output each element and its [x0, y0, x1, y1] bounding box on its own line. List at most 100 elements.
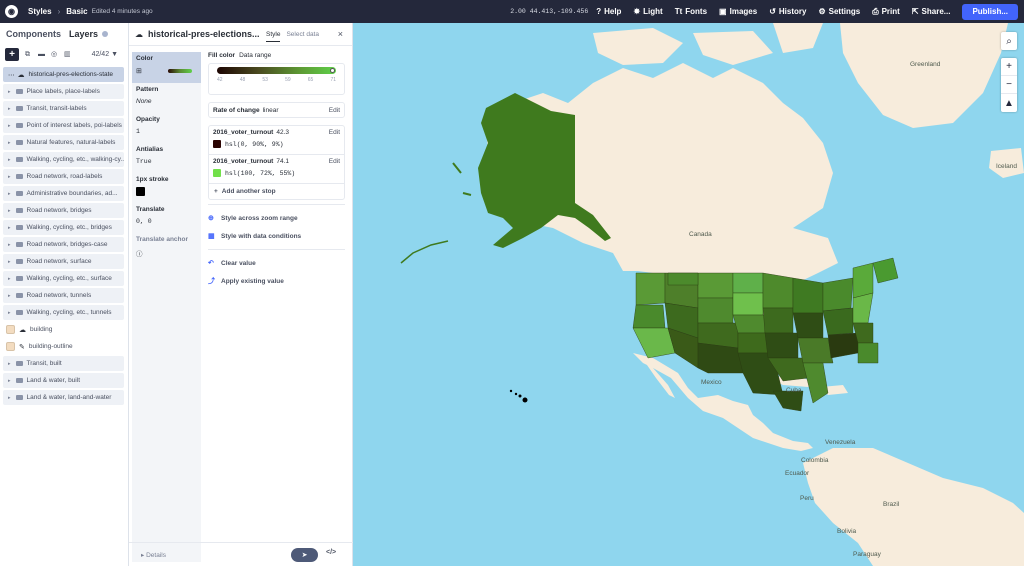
map-canvas[interactable]: Greenland Iceland Canada Mexico Cuba Ven… — [353, 23, 1024, 566]
add-layer-button[interactable]: + — [5, 47, 19, 61]
caret-right-icon[interactable]: ▸ — [8, 395, 11, 401]
styles-link[interactable]: Styles — [28, 7, 52, 16]
zoom-out-icon[interactable]: − — [1001, 76, 1017, 94]
stop-color-swatch[interactable] — [213, 140, 221, 148]
caret-right-icon[interactable]: ▸ — [8, 310, 11, 316]
tab-components[interactable]: Components — [6, 29, 61, 39]
caret-right-icon[interactable]: ▸ — [8, 174, 11, 180]
clear-value-button[interactable]: ↶ Clear value — [208, 254, 345, 272]
tab-layers[interactable]: Layers — [69, 29, 98, 39]
print-button[interactable]: ⎙ Print — [872, 7, 900, 17]
ramp-knob[interactable] — [330, 68, 335, 73]
caret-right-icon[interactable]: ▸ — [8, 89, 11, 95]
duplicate-icon[interactable]: ⧉ — [25, 51, 32, 58]
layer-item[interactable]: ☁ building — [3, 322, 124, 337]
help-button[interactable]: ? Help — [596, 7, 621, 16]
layer-item[interactable]: ▸ Transit, built — [3, 356, 124, 371]
prop-opacity[interactable]: Opacity 1 — [132, 113, 201, 143]
drag-handle-icon[interactable]: ⋯ — [8, 71, 15, 79]
layer-item[interactable]: ▸ Transit, transit-labels — [3, 101, 124, 116]
stroke-color-swatch — [136, 187, 145, 196]
caret-right-icon[interactable]: ▸ — [8, 191, 11, 197]
search-icon[interactable]: ⌕ — [1001, 32, 1017, 50]
layer-item[interactable]: ▸ Land & water, land-and-water — [3, 390, 124, 405]
layer-item[interactable]: ▸ Road network, surface — [3, 254, 124, 269]
prop-pattern[interactable]: Pattern None — [132, 83, 201, 113]
share-button[interactable]: ⇱ Share... — [912, 7, 951, 16]
caret-right-icon[interactable]: ▸ — [8, 157, 11, 163]
layer-item[interactable]: ▸ Road network, bridges-case — [3, 237, 124, 252]
layer-item[interactable]: ▸ Walking, cycling, etc., walking-cy... — [3, 152, 124, 167]
caret-right-icon[interactable]: ▸ — [8, 276, 11, 282]
caret-right-icon[interactable]: ▸ — [8, 225, 11, 231]
visibility-icon[interactable]: ◎ — [51, 51, 58, 58]
layer-item[interactable]: ▸ Point of interest labels, poi-labels — [3, 118, 124, 133]
style-data-conditions-button[interactable]: ▦ Style with data conditions — [208, 227, 345, 245]
caret-right-icon[interactable]: ▸ — [8, 259, 11, 265]
layer-item[interactable]: ▸ Natural features, natural-labels — [3, 135, 124, 150]
style-zoom-range-button[interactable]: ⊕ Style across zoom range — [208, 209, 345, 227]
stop-row[interactable]: 2016_voter_turnout 42.3 Edit hsl(0, 90%, 9… — [209, 126, 344, 155]
light-button[interactable]: ✸ Light — [633, 7, 662, 16]
layer-label: building-outline — [28, 343, 73, 350]
layer-item[interactable]: ▸ Road network, tunnels — [3, 288, 124, 303]
layer-item[interactable]: ⋯ ☁ historical-pres-elections-state — [3, 67, 124, 82]
settings-button[interactable]: ⚙ Settings — [818, 7, 860, 16]
layer-item[interactable]: ▸ Road network, bridges — [3, 203, 124, 218]
layer-item[interactable]: ▸ Administrative boundaries, ad... — [3, 186, 124, 201]
mapbox-logo-icon[interactable]: ◉ — [5, 5, 18, 18]
folder-icon — [15, 310, 23, 315]
caret-right-icon[interactable]: ▸ — [8, 361, 11, 367]
caret-right-icon[interactable]: ▸ — [8, 106, 11, 112]
caret-right-icon[interactable]: ▸ — [8, 140, 11, 146]
folder-icon — [15, 123, 23, 128]
cursor-button[interactable]: ➤ — [291, 548, 318, 562]
compass-icon[interactable]: ▲ — [1001, 94, 1017, 112]
color-ramp-box[interactable]: 42 48 53 59 65 71 — [208, 63, 345, 95]
layer-item[interactable]: ▸ Walking, cycling, etc., surface — [3, 271, 124, 286]
style-name[interactable]: Basic — [66, 7, 87, 16]
stop-color-swatch[interactable] — [213, 169, 221, 177]
prop-translate-anchor[interactable]: Translate anchor ⓘ — [132, 233, 201, 263]
tab-select-data[interactable]: Select data — [286, 31, 319, 38]
publish-button[interactable]: Publish... — [962, 3, 1018, 20]
rate-of-change[interactable]: Rate of change linear Edit — [208, 102, 345, 118]
layer-item[interactable]: ▸ Land & water, built — [3, 373, 124, 388]
folder-icon[interactable]: ▬ — [38, 51, 45, 58]
code-view-button[interactable]: </> — [326, 549, 336, 556]
caret-right-icon[interactable]: ▸ — [8, 208, 11, 214]
caret-right-icon[interactable]: ▸ — [8, 123, 11, 129]
history-button[interactable]: ↺ History — [769, 7, 806, 16]
rate-edit-link[interactable]: Edit — [329, 107, 340, 114]
caret-right-icon[interactable]: ▸ — [8, 242, 11, 248]
layer-item[interactable]: ▸ Walking, cycling, etc., bridges — [3, 220, 124, 235]
history-icon: ↺ — [769, 7, 776, 16]
layer-item[interactable]: ▸ Place labels, place-labels — [3, 84, 124, 99]
prop-color[interactable]: Color ⊞ — [132, 52, 201, 83]
layer-title[interactable]: historical-pres-elections... — [148, 29, 260, 39]
tab-style[interactable]: Style — [266, 31, 281, 42]
layer-item[interactable]: ▸ Walking, cycling, etc., tunnels — [3, 305, 124, 320]
add-stop-button[interactable]: + Add another stop — [209, 184, 344, 199]
stop-row[interactable]: 2016_voter_turnout 74.1 Edit hsl(100, 72%,… — [209, 155, 344, 184]
layer-item[interactable]: ✎ building-outline — [3, 339, 124, 354]
stop-field: 2016_voter_turnout — [213, 129, 274, 136]
caret-right-icon[interactable]: ▸ — [8, 293, 11, 299]
stop-edit-link[interactable]: Edit — [329, 158, 340, 165]
zoom-in-icon[interactable]: + — [1001, 58, 1017, 76]
zoom-coordinates: 2.00 44.413,-109.456 — [510, 8, 589, 15]
apply-existing-value-button[interactable]: ⤴ Apply existing value — [208, 272, 345, 290]
details-toggle[interactable]: ▸ Details — [141, 551, 166, 559]
images-button[interactable]: ▣ Images — [719, 7, 757, 16]
prop-stroke[interactable]: 1px stroke — [132, 173, 201, 203]
filter-icon[interactable]: ▼ — [111, 51, 118, 58]
stop-edit-link[interactable]: Edit — [329, 129, 340, 136]
prop-translate[interactable]: Translate 0, 0 — [132, 203, 201, 233]
close-icon[interactable]: × — [338, 29, 343, 39]
trash-icon[interactable]: ▥ — [64, 51, 71, 58]
prop-antialias[interactable]: Antialias True — [132, 143, 201, 173]
fonts-button[interactable]: Tt Fonts — [675, 7, 707, 16]
data-conditions-icon: ▦ — [208, 233, 215, 240]
caret-right-icon[interactable]: ▸ — [8, 378, 11, 384]
layer-item[interactable]: ▸ Road network, road-labels — [3, 169, 124, 184]
